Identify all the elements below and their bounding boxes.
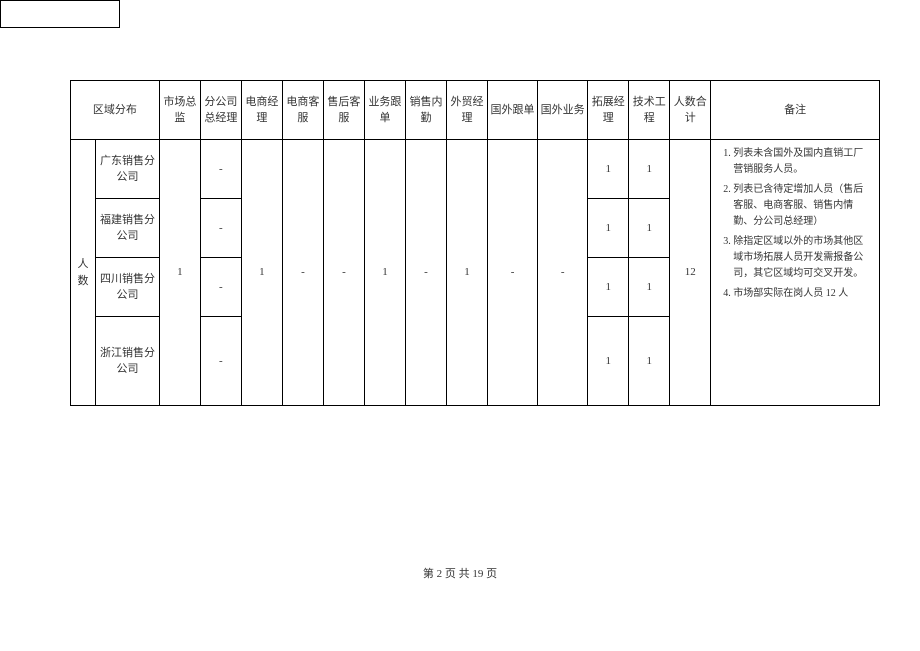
- col-tech-eng: 技术工程: [629, 81, 670, 140]
- staffing-table: 区域分布 市场总监 分公司总经理 电商经理 电商客服 售后客服 业务跟单 销售内…: [70, 80, 880, 406]
- table-row: 人数 广东销售分公司 1 - 1 - - 1 - 1 - - 1 1 12: [71, 140, 880, 199]
- cell-region: 四川销售分公司: [96, 258, 160, 317]
- cell-region: 福建销售分公司: [96, 199, 160, 258]
- cell-branch-gm: -: [200, 258, 241, 317]
- remark-item: 市场部实际在岗人员 12 人: [733, 286, 873, 302]
- cell-branch-gm: -: [200, 317, 241, 406]
- rowgroup-label: 人数: [71, 140, 96, 406]
- cell-market-dir: 1: [159, 140, 200, 406]
- page-footer: 第 2 页 共 19 页: [0, 565, 920, 581]
- cell-branch-gm: -: [200, 140, 241, 199]
- cell-aftersale-cs: -: [323, 140, 364, 406]
- cell-ecom-cs: -: [282, 140, 323, 406]
- col-market-dir: 市场总监: [159, 81, 200, 140]
- cell-tech-eng: 1: [629, 199, 670, 258]
- cell-biz-follow: 1: [364, 140, 405, 406]
- cell-intl-biz: -: [538, 140, 588, 406]
- cell-expand-mgr: 1: [588, 258, 629, 317]
- col-foreign-mgr: 外贸经理: [446, 81, 487, 140]
- col-remarks: 备注: [711, 81, 880, 140]
- table-header-row: 区域分布 市场总监 分公司总经理 电商经理 电商客服 售后客服 业务跟单 销售内…: [71, 81, 880, 140]
- col-ecom-cs: 电商客服: [282, 81, 323, 140]
- cell-tech-eng: 1: [629, 258, 670, 317]
- col-intl-follow: 国外跟单: [487, 81, 537, 140]
- cell-expand-mgr: 1: [588, 140, 629, 199]
- col-total: 人数合计: [670, 81, 711, 140]
- cell-region: 广东销售分公司: [96, 140, 160, 199]
- col-region-dist: 区域分布: [71, 81, 160, 140]
- cell-total: 12: [670, 140, 711, 406]
- cell-foreign-mgr: 1: [446, 140, 487, 406]
- cell-remarks: 列表未含国外及国内直销工厂营销服务人员。 列表已含待定增加人员（售后客服、电商客…: [711, 140, 880, 406]
- cell-tech-eng: 1: [629, 140, 670, 199]
- cell-expand-mgr: 1: [588, 199, 629, 258]
- col-expand-mgr: 拓展经理: [588, 81, 629, 140]
- cell-tech-eng: 1: [629, 317, 670, 406]
- cell-branch-gm: -: [200, 199, 241, 258]
- col-ecom-mgr: 电商经理: [241, 81, 282, 140]
- cell-ecom-mgr: 1: [241, 140, 282, 406]
- col-aftersale-cs: 售后客服: [323, 81, 364, 140]
- cell-region: 浙江销售分公司: [96, 317, 160, 406]
- floating-box: [0, 0, 120, 28]
- cell-expand-mgr: 1: [588, 317, 629, 406]
- cell-sales-clerk: -: [405, 140, 446, 406]
- col-intl-biz: 国外业务: [538, 81, 588, 140]
- col-sales-clerk: 销售内勤: [405, 81, 446, 140]
- col-biz-follow: 业务跟单: [364, 81, 405, 140]
- cell-intl-follow: -: [487, 140, 537, 406]
- remark-item: 除指定区域以外的市场其他区域市场拓展人员开发需报备公司，其它区域均可交叉开发。: [733, 234, 873, 282]
- remark-item: 列表未含国外及国内直销工厂营销服务人员。: [733, 146, 873, 178]
- remark-item: 列表已含待定增加人员（售后客服、电商客服、销售内情勤、分公司总经理）: [733, 182, 873, 230]
- col-branch-gm: 分公司总经理: [200, 81, 241, 140]
- staffing-table-wrap: 区域分布 市场总监 分公司总经理 电商经理 电商客服 售后客服 业务跟单 销售内…: [70, 80, 880, 406]
